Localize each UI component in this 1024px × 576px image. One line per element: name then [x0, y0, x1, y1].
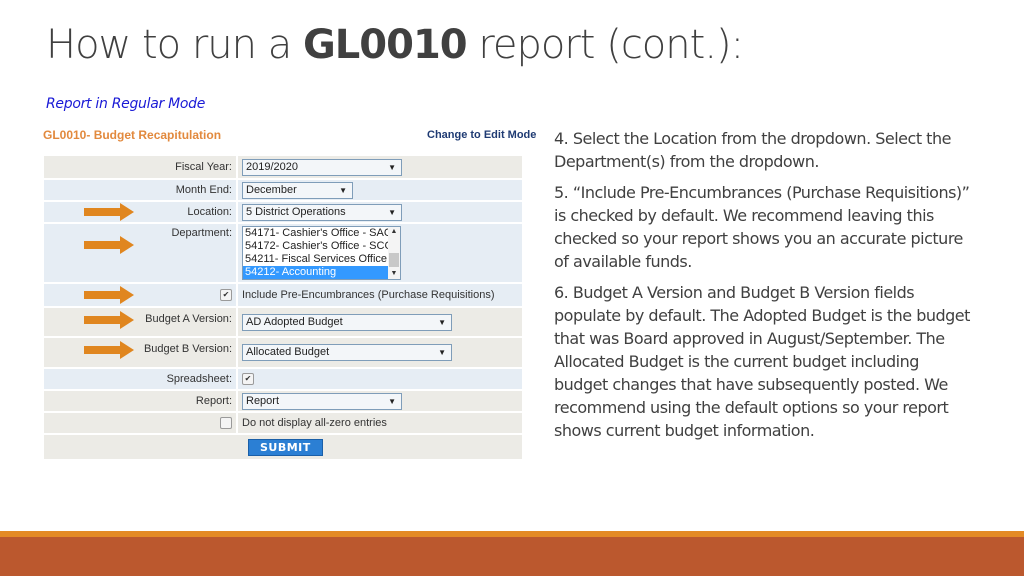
zero-entries-checkbox-cell [44, 413, 238, 433]
pre-encumbrances-label: Include Pre-Encumbrances (Purchase Requi… [242, 289, 495, 301]
title-prefix: How to run a [46, 22, 303, 68]
budget-a-label: Budget A Version: [44, 308, 238, 336]
instruction-step-5: 5. “Include Pre-Encumbrances (Purchase R… [554, 183, 970, 271]
budget-b-value: Allocated Budget [246, 346, 330, 358]
budget-b-select[interactable]: Allocated Budget ▼ [242, 344, 452, 361]
scrollbar-thumb[interactable] [389, 253, 399, 267]
arrow-pointer-icon [84, 341, 134, 359]
scroll-down-icon[interactable]: ▼ [388, 269, 400, 279]
spreadsheet-label: Spreadsheet: [44, 369, 238, 389]
submit-button[interactable]: SUBMIT [248, 438, 323, 456]
spreadsheet-row: Spreadsheet: ✔ [44, 369, 522, 391]
spreadsheet-checkbox[interactable]: ✔ [242, 373, 254, 385]
department-option-selected[interactable]: 54212- Accounting [243, 266, 390, 279]
title-suffix: report (cont.): [466, 22, 744, 68]
arrow-pointer-icon [84, 311, 134, 329]
department-listbox[interactable]: 54171- Cashier's Office - SAC 54172- Cas… [242, 226, 401, 280]
chevron-down-icon: ▼ [388, 162, 396, 172]
fiscal-year-row: Fiscal Year: 2019/2020 ▼ [44, 156, 522, 180]
report-value: Report [246, 394, 280, 407]
instruction-step-6: 6. Budget A Version and Budget B Version… [554, 283, 970, 440]
report-label: Report: [44, 391, 238, 411]
chevron-down-icon: ▼ [388, 207, 396, 217]
department-scrollbar[interactable]: ▲ ▼ [388, 227, 400, 279]
zero-entries-row: Do not display all-zero entries [44, 413, 522, 435]
budget-b-row: Budget B Version: Allocated Budget ▼ [44, 338, 522, 369]
chevron-down-icon: ▼ [438, 348, 446, 357]
slide-subtitle: Report in Regular Mode [46, 96, 206, 112]
fiscal-year-select[interactable]: 2019/2020 ▼ [242, 158, 402, 176]
form-title: GL0010- Budget Recapitulation [43, 128, 222, 142]
month-end-value: December [246, 183, 297, 196]
arrow-pointer-icon [84, 286, 134, 304]
fiscal-year-label: Fiscal Year: [44, 156, 238, 178]
budget-a-row: Budget A Version: AD Adopted Budget ▼ [44, 308, 522, 338]
location-value: 5 District Operations [246, 205, 346, 218]
fiscal-year-value: 2019/2020 [246, 160, 298, 173]
pre-encumbrances-checkbox[interactable]: ✔ [220, 289, 232, 301]
scroll-up-icon[interactable]: ▲ [388, 227, 400, 237]
month-end-label: Month End: [44, 180, 238, 200]
change-to-edit-mode-link[interactable]: Change to Edit Mode [427, 129, 536, 141]
chevron-down-icon: ▼ [339, 185, 347, 195]
location-label: Location: [44, 202, 238, 222]
footer-bar [0, 537, 1024, 576]
chevron-down-icon: ▼ [438, 317, 446, 327]
arrow-pointer-icon [84, 236, 134, 254]
location-row: Location: 5 District Operations ▼ [44, 202, 522, 224]
department-option[interactable]: 54171- Cashier's Office - SAC [243, 227, 400, 240]
department-option[interactable]: 54211- Fiscal Services Office [243, 253, 400, 266]
zero-entries-label: Do not display all-zero entries [242, 417, 387, 429]
budget-a-value: AD Adopted Budget [246, 315, 343, 328]
location-select[interactable]: 5 District Operations ▼ [242, 203, 402, 221]
report-form: Fiscal Year: 2019/2020 ▼ Month End: Dece… [44, 156, 522, 459]
report-select[interactable]: Report ▼ [242, 392, 402, 410]
budget-b-label: Budget B Version: [44, 338, 238, 367]
department-option[interactable]: 54172- Cashier's Office - SCC [243, 240, 400, 253]
pre-encumbrances-row: ✔ Include Pre-Encumbrances (Purchase Req… [44, 284, 522, 308]
submit-spacer [44, 435, 238, 459]
arrow-pointer-icon [84, 203, 134, 221]
pre-encumbrances-checkbox-cell: ✔ [44, 284, 238, 306]
title-report-code: GL0010 [302, 22, 468, 68]
department-label: Department: [44, 224, 238, 282]
report-row: Report: Report ▼ [44, 391, 522, 413]
instruction-step-4: 4. Select the Location from the dropdown… [554, 129, 951, 171]
zero-entries-checkbox[interactable] [220, 417, 232, 429]
chevron-down-icon: ▼ [388, 396, 396, 406]
department-row: Department: 54171- Cashier's Office - SA… [44, 224, 522, 284]
slide-title: How to run a GL0010 report (cont.): [46, 22, 744, 68]
submit-row: SUBMIT [44, 435, 522, 459]
month-end-row: Month End: December ▼ [44, 180, 522, 202]
month-end-select[interactable]: December ▼ [242, 181, 353, 199]
instructions-text: 4. Select the Location from the dropdown… [554, 127, 974, 450]
budget-a-select[interactable]: AD Adopted Budget ▼ [242, 313, 452, 331]
